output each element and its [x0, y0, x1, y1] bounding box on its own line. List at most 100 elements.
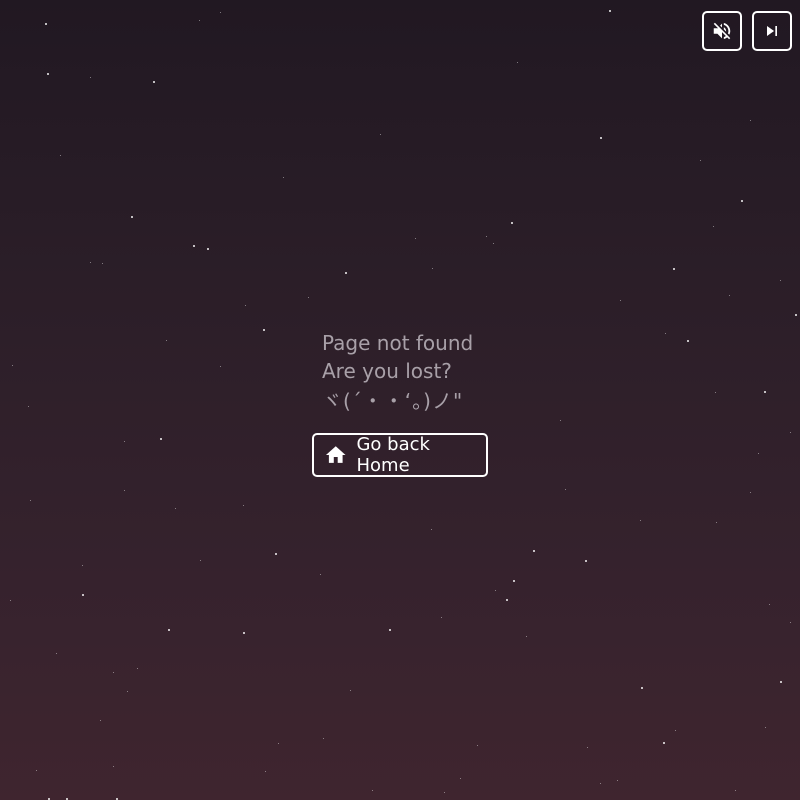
star — [137, 668, 138, 669]
star — [265, 771, 266, 772]
star — [193, 245, 195, 247]
star — [278, 743, 279, 744]
star — [506, 599, 508, 601]
star — [640, 520, 641, 521]
star — [10, 600, 11, 601]
star — [432, 268, 433, 269]
message-title: Page not found — [322, 331, 474, 355]
star — [243, 632, 245, 634]
star — [617, 780, 618, 781]
star — [350, 690, 351, 691]
star — [600, 783, 601, 784]
star — [795, 314, 797, 316]
star — [113, 672, 114, 673]
home-button-label: Go back Home — [356, 434, 430, 476]
star — [124, 490, 125, 491]
star — [780, 280, 781, 281]
star — [166, 340, 167, 341]
star — [713, 226, 714, 227]
mute-button[interactable] — [702, 11, 742, 51]
kaomoji-text: ヾ(´・・‘。)ノ" — [322, 389, 464, 413]
star — [323, 738, 324, 739]
star — [168, 629, 170, 631]
star — [750, 492, 751, 493]
star — [641, 687, 643, 689]
star — [486, 236, 487, 237]
star — [511, 222, 513, 224]
star — [517, 62, 518, 63]
star — [741, 200, 743, 202]
star — [673, 268, 675, 270]
star — [415, 238, 416, 239]
star — [12, 365, 13, 366]
star — [175, 508, 176, 509]
star — [526, 636, 527, 637]
star — [60, 155, 61, 156]
star — [207, 248, 209, 250]
star — [275, 553, 277, 555]
star — [380, 134, 381, 135]
star — [47, 73, 49, 75]
star — [790, 622, 791, 623]
star — [45, 23, 47, 25]
star — [585, 560, 587, 562]
star — [127, 691, 128, 692]
star — [441, 617, 442, 618]
star — [263, 329, 265, 331]
star — [113, 766, 114, 767]
star — [780, 681, 782, 683]
skip-next-icon — [767, 26, 777, 36]
skip-button[interactable] — [752, 11, 792, 51]
star — [533, 550, 535, 552]
star — [687, 340, 689, 342]
media-controls — [702, 11, 792, 51]
star — [243, 505, 244, 506]
star — [30, 500, 31, 501]
star — [758, 453, 759, 454]
star — [131, 216, 133, 218]
star — [609, 10, 611, 12]
star — [372, 790, 373, 791]
star — [444, 792, 445, 793]
go-back-home-button[interactable]: Go back Home — [312, 433, 488, 477]
star — [675, 730, 676, 731]
star — [493, 243, 494, 244]
star — [320, 574, 321, 575]
star — [200, 560, 201, 561]
star — [764, 391, 766, 393]
not-found-message: Page not found Are you lost? ヾ(´・・‘。)ノ" — [322, 329, 473, 415]
star — [199, 20, 200, 21]
star — [560, 420, 561, 421]
star — [345, 272, 347, 274]
star — [495, 590, 496, 591]
star — [700, 160, 701, 161]
star — [245, 305, 246, 306]
star — [790, 432, 791, 433]
star — [565, 489, 566, 490]
star — [765, 727, 766, 728]
star — [477, 745, 478, 746]
star — [160, 438, 162, 440]
star — [735, 790, 736, 791]
star — [56, 653, 57, 654]
volume-off-icon — [713, 22, 731, 40]
star — [36, 770, 37, 771]
star — [90, 262, 91, 263]
star — [283, 177, 284, 178]
star — [100, 720, 101, 721]
star — [220, 12, 221, 13]
star — [750, 120, 751, 121]
star — [124, 441, 125, 442]
star — [389, 629, 391, 631]
star — [102, 263, 103, 264]
star — [460, 778, 461, 779]
star — [587, 747, 588, 748]
star — [308, 297, 309, 298]
star — [220, 366, 221, 367]
star — [716, 522, 717, 523]
star — [663, 742, 665, 744]
star — [665, 333, 666, 334]
star — [620, 300, 621, 301]
star — [513, 580, 515, 582]
star — [28, 406, 29, 407]
